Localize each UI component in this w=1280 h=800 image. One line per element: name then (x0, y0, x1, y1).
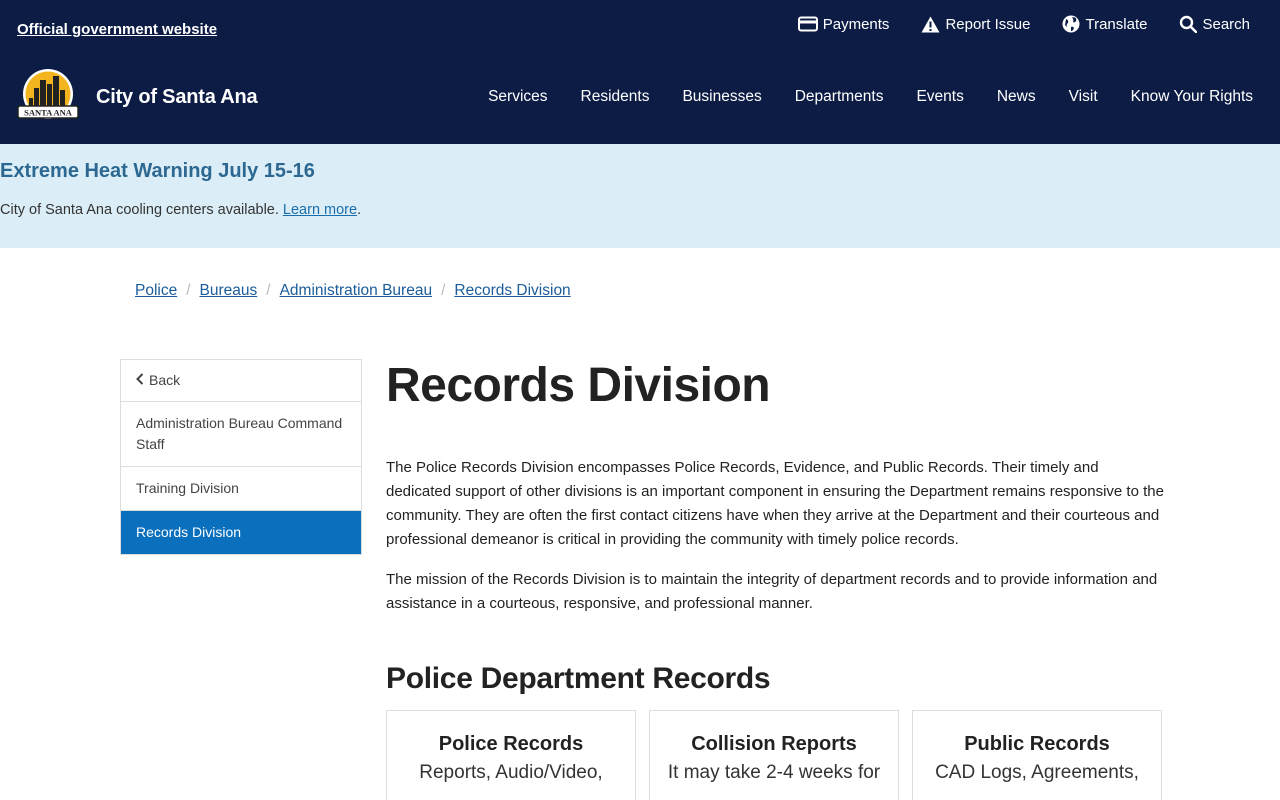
nav-know-your-rights[interactable]: Know Your Rights (1131, 88, 1253, 106)
search-label: Search (1202, 15, 1250, 33)
nav-businesses[interactable]: Businesses (682, 88, 761, 106)
sidebar-item-training-division[interactable]: Training Division (121, 467, 361, 511)
city-logo[interactable]: SANTA ANA (16, 68, 80, 124)
section-title: Police Department Records (386, 662, 771, 695)
learn-more-link[interactable]: Learn more (283, 202, 357, 218)
sidebar-item-records-division[interactable]: Records Division (121, 511, 361, 554)
sidebar-item-command-staff[interactable]: Administration Bureau Command Staff (121, 402, 361, 467)
site-name[interactable]: City of Santa Ana (96, 86, 258, 109)
main-nav: Services Residents Businesses Department… (488, 88, 1253, 106)
translate-link[interactable]: Translate (1062, 13, 1147, 35)
search-link[interactable]: Search (1179, 13, 1250, 35)
utility-nav: Payments Report Issue Translate Search (797, 13, 1250, 35)
nav-services[interactable]: Services (488, 88, 547, 106)
breadcrumb-administration-bureau[interactable]: Administration Bureau (280, 282, 433, 300)
back-label: Back (149, 372, 181, 388)
globe-icon (1062, 15, 1080, 33)
payments-link[interactable]: Payments (797, 13, 890, 35)
warning-icon (921, 16, 940, 33)
intro-paragraph: The Police Records Division encompasses … (386, 459, 1164, 548)
credit-card-icon (797, 16, 818, 32)
alert-trailing: . (357, 202, 362, 218)
back-link[interactable]: Back (121, 360, 361, 402)
payments-label: Payments (822, 15, 890, 33)
breadcrumb-separator: / (186, 282, 191, 299)
nav-departments[interactable]: Departments (795, 88, 884, 106)
nav-events[interactable]: Events (916, 88, 963, 106)
card-text: It may take 2-4 weeks for (667, 762, 881, 783)
report-issue-label: Report Issue (945, 15, 1031, 33)
logo-text: SANTA ANA (24, 108, 73, 118)
breadcrumb-records-division[interactable]: Records Division (454, 282, 570, 300)
alert-message: City of Santa Ana cooling centers availa… (0, 202, 283, 218)
nav-residents[interactable]: Residents (581, 88, 650, 106)
translate-label: Translate (1085, 15, 1148, 33)
mission-paragraph: The mission of the Records Division is t… (386, 571, 1158, 612)
site-header: Official government website Payments Rep… (0, 0, 1280, 144)
records-cards: Police Records Reports, Audio/Video, Col… (386, 710, 1162, 800)
search-icon (1179, 15, 1198, 33)
card-text: CAD Logs, Agreements, (935, 762, 1139, 783)
breadcrumb-separator: / (266, 282, 271, 299)
alert-title: Extreme Heat Warning July 15-16 (0, 160, 315, 182)
breadcrumb-bureaus[interactable]: Bureaus (200, 282, 258, 300)
nav-visit[interactable]: Visit (1069, 88, 1098, 106)
card-text: Reports, Audio/Video, (419, 762, 603, 783)
report-issue-link[interactable]: Report Issue (921, 13, 1030, 35)
card-police-records[interactable]: Police Records Reports, Audio/Video, (386, 710, 636, 800)
page-title: Records Division (386, 359, 771, 412)
breadcrumb-separator: / (441, 282, 446, 299)
breadcrumb: Police / Bureaus / Administration Bureau… (135, 282, 571, 300)
official-website-link[interactable]: Official government website (17, 21, 217, 38)
chevron-left-icon (136, 370, 144, 391)
card-public-records[interactable]: Public Records CAD Logs, Agreements, (912, 710, 1162, 800)
alert-text: City of Santa Ana cooling centers availa… (0, 202, 1280, 218)
nav-news[interactable]: News (997, 88, 1036, 106)
card-title: Public Records (964, 733, 1110, 755)
card-title: Collision Reports (691, 733, 857, 755)
breadcrumb-police[interactable]: Police (135, 282, 177, 300)
side-nav: Back Administration Bureau Command Staff… (120, 359, 362, 555)
card-title: Police Records (438, 733, 584, 755)
card-collision-reports[interactable]: Collision Reports It may take 2-4 weeks … (649, 710, 899, 800)
